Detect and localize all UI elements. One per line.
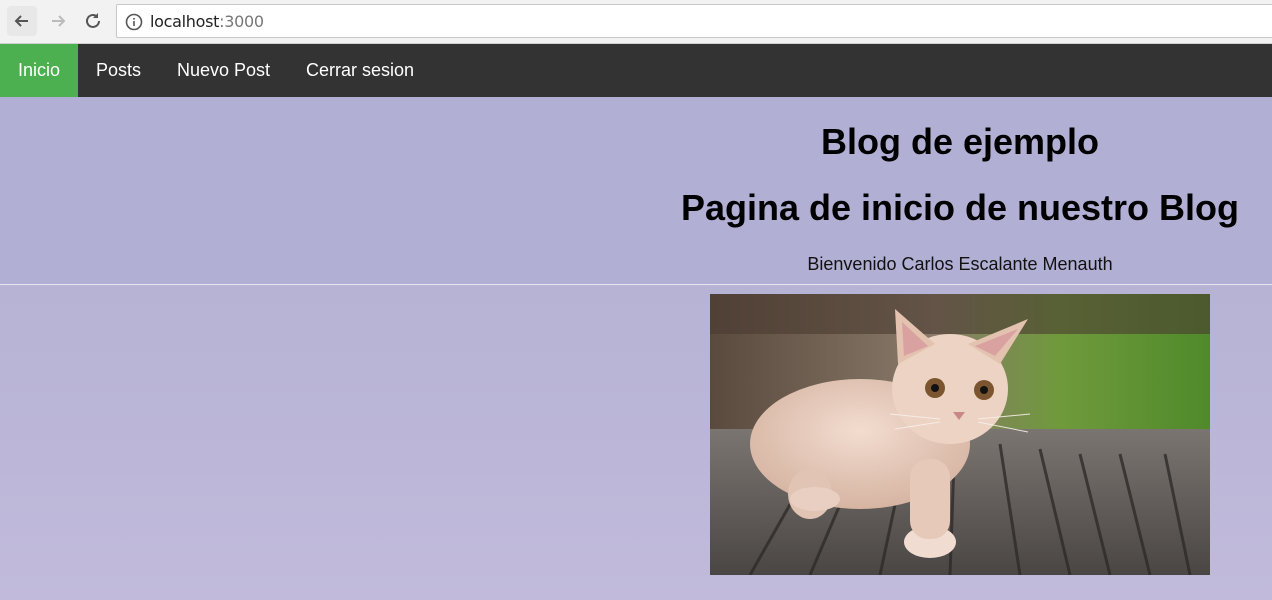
url-port: :3000 [219, 12, 264, 31]
page-title: Blog de ejemplo [820, 121, 1100, 162]
reload-button[interactable] [78, 6, 108, 36]
nav-item-inicio[interactable]: Inicio [0, 44, 79, 97]
nav-item-nuevo-post[interactable]: Nuevo Post [159, 44, 288, 97]
nav-item-cerrar-sesion[interactable]: Cerrar sesion [288, 44, 432, 97]
reload-icon [86, 13, 100, 28]
address-bar[interactable]: localhost:3000 [116, 4, 1272, 38]
kitten-image [710, 294, 1210, 575]
back-button[interactable] [7, 6, 37, 36]
forward-button[interactable] [43, 6, 73, 36]
browser-toolbar: localhost:3000 [0, 0, 1272, 44]
info-icon[interactable] [125, 13, 143, 31]
arrow-left-icon [14, 15, 28, 27]
page-subtitle: Pagina de inicio de nuestro Blog [680, 187, 1240, 228]
top-navbar: Inicio Posts Nuevo Post Cerrar sesion [0, 44, 1272, 97]
nav-item-posts[interactable]: Posts [78, 44, 159, 97]
kitten-photo [710, 294, 1210, 575]
page-header: Blog de ejemplo Pagina de inicio de nues… [0, 97, 1272, 284]
main-content [0, 285, 1272, 600]
welcome-message: Bienvenido Carlos Escalante Menauth [807, 254, 1113, 274]
url-host: localhost [150, 12, 220, 31]
arrow-right-icon [52, 15, 66, 27]
url-text: localhost:3000 [150, 12, 264, 31]
